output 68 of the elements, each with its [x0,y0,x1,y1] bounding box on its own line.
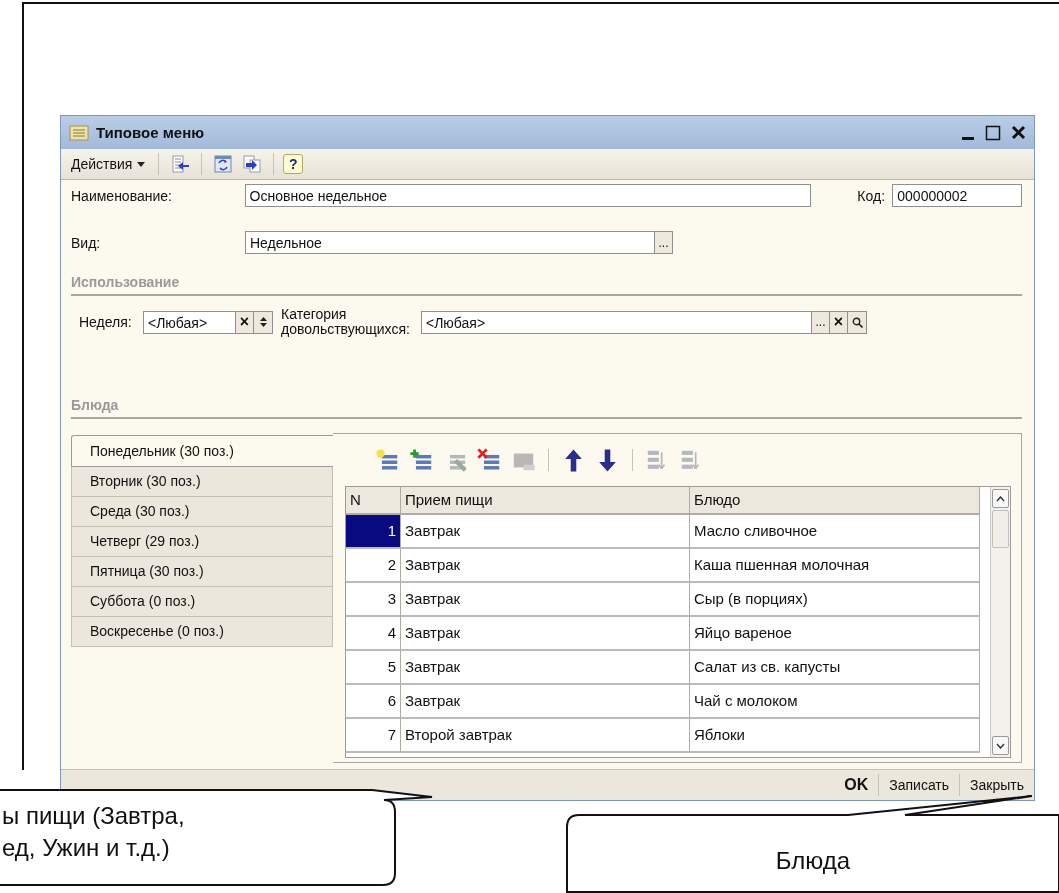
table-cell[interactable]: Яблоки [690,719,980,753]
week-field[interactable]: <Любая> × [143,310,273,334]
day-tab[interactable]: Четверг (29 поз.) [71,527,333,557]
column-header[interactable]: Блюдо [690,487,980,515]
category-field[interactable]: <Любая> ... × [421,310,867,334]
table-cell[interactable]: Завтрак [401,617,690,651]
table-cell[interactable]: Завтрак [401,549,690,583]
search-icon[interactable] [851,316,863,328]
field-label: Неделя: [79,314,133,330]
table-cell[interactable]: 7 [346,719,401,753]
column-header[interactable]: N [346,487,401,515]
form-icon [69,124,89,141]
maximize-icon[interactable] [985,124,1001,141]
clear-button[interactable]: × [829,311,847,333]
spin-up-icon[interactable] [259,317,267,321]
caret-icon [137,161,146,167]
section-title: Использование [71,274,1022,296]
day-tab[interactable]: Воскресенье (0 поз.) [71,617,333,647]
close-icon[interactable] [1011,125,1026,140]
field-label: Категория довольствующихся: [281,307,411,337]
table-cell[interactable]: Завтрак [401,685,690,719]
delete-row-icon[interactable] [477,447,502,473]
table-cell[interactable]: 3 [346,583,401,617]
actions-menu[interactable]: Действия [67,153,150,175]
help-button[interactable]: ? [283,154,304,174]
day-tab[interactable]: Пятница (30 поз.) [71,557,333,587]
select-button[interactable]: ... [654,232,672,253]
copy-row-icon[interactable] [409,447,434,473]
field-label: Вид: [71,234,102,251]
type-field[interactable]: Недельное ... [245,231,673,254]
scroll-thumb[interactable] [992,510,1009,548]
window-title: Типовое меню [96,124,206,141]
code-field[interactable]: 000000002 [892,184,1022,207]
table-cell[interactable]: Каша пшенная молочная [690,549,980,583]
scroll-up-icon[interactable] [996,495,1005,502]
table-cell[interactable]: Завтрак [401,651,690,685]
column-header[interactable]: Прием пищи [401,487,690,515]
add-row-icon[interactable] [375,447,400,473]
callout-text: Блюда [775,846,851,876]
day-tab[interactable]: Суббота (0 поз.) [71,587,333,617]
table-cell[interactable]: Завтрак [401,515,690,549]
footer-button[interactable]: OK [838,773,875,797]
spin-down-icon[interactable] [259,323,267,327]
day-tab[interactable]: Понедельник (30 поз.) [71,435,333,467]
table-cell[interactable]: 6 [346,685,401,719]
table-cell[interactable]: 5 [346,651,401,685]
field-label: Код: [857,187,887,204]
callout-text: ы пищи (Завтра, ед, Ужин и т.д.) [2,801,185,863]
name-field[interactable]: Основное недельное [244,184,812,207]
table-cell[interactable]: 1 [346,515,401,549]
table-cell[interactable]: Завтрак [401,583,690,617]
table-cell[interactable]: 4 [346,617,401,651]
day-tab[interactable]: Среда (30 поз.) [71,497,333,527]
section-title: Блюда [71,397,1022,419]
table-cell[interactable]: Масло сливочное [690,515,980,549]
table-cell[interactable]: Сыр (в порциях) [690,583,980,617]
select-button[interactable]: ... [811,311,829,333]
footer-button[interactable]: Закрыть [964,774,1030,796]
scroll-down-icon[interactable] [996,742,1005,749]
table-cell[interactable]: 2 [346,549,401,583]
table-cell[interactable]: Салат из св. капусты [690,651,980,685]
field-label: Наименование: [71,187,173,204]
table-cell[interactable]: Чай с молоком [690,685,980,719]
footer-button[interactable]: Записать [883,774,956,796]
table-cell[interactable]: Второй завтрак [401,719,690,753]
table-cell[interactable]: Яйцо вареное [690,617,980,651]
clear-button[interactable]: × [235,311,253,333]
day-tab[interactable]: Вторник (30 поз.) [71,467,333,497]
